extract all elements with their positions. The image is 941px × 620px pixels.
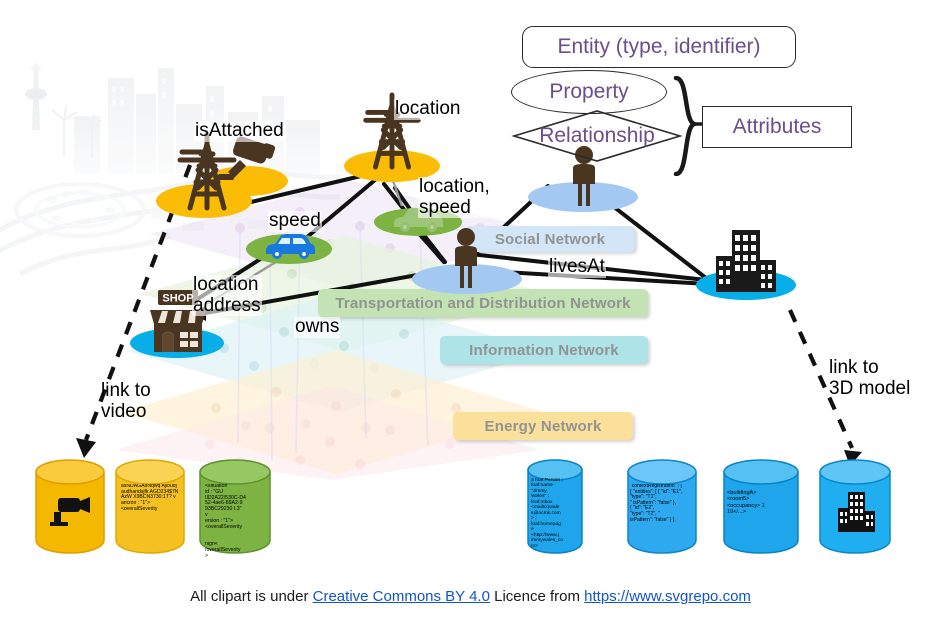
situation-xml-store[interactable]: <situation id : "GU IID2A22/530C-D4 52-4…	[198, 458, 272, 559]
legend-relationship-shape: Relationship	[511, 108, 683, 164]
diagram-canvas: Social Network Transportation and Distri…	[0, 0, 941, 620]
building-occupancy-text: <buildingA> <room5> <occupancy> 1 10</..…	[727, 490, 765, 515]
foaf-rdf-text: a foaf:Person ; foaf:name "Jimmy Wales" …	[531, 478, 564, 549]
tower-camera-node[interactable]	[148, 130, 288, 220]
band-label: Energy Network	[484, 417, 602, 435]
legend-property-label: Property	[549, 80, 629, 103]
edge-label-speed: speed	[268, 210, 322, 232]
band-energy-network: Energy Network	[453, 412, 633, 440]
car-icon	[266, 234, 315, 259]
building-occupancy-store[interactable]: <buildingA> <room5> <occupancy> 1 10</..…	[722, 458, 800, 554]
video-camera-icon	[50, 497, 90, 526]
edge-label-location: location	[394, 98, 462, 120]
person-icon	[455, 228, 477, 288]
edge-label-location-address: location address	[192, 274, 262, 317]
edge-label-owns: owns	[294, 316, 341, 338]
edge-label-is-attached: isAttached	[194, 120, 285, 142]
shop-sign-text: SHOP	[162, 293, 193, 305]
legend-attributes-shape: Attributes	[702, 106, 852, 148]
edge-label-link-to-video: link to video	[101, 380, 151, 422]
ngsi-ld-registration-store[interactable]: "contextRegistration" : [ { "entities": …	[626, 458, 698, 554]
footer-credit: All clipart is under Creative Commons BY…	[0, 588, 941, 605]
foaf-rdf-store[interactable]: a foaf:Person ; foaf:name "Jimmy Wales" …	[526, 458, 584, 554]
edge-label-lives-at: livesAt	[548, 256, 606, 278]
legend-attributes-label: Attributes	[732, 115, 822, 138]
footer-prefix: All clipart is under	[190, 588, 313, 605]
edge-label-location-speed: location, speed	[418, 176, 491, 219]
band-information-network: Information Network	[440, 336, 648, 364]
car-blue-node[interactable]	[246, 228, 332, 268]
legend: Entity (type, identifier) Property Relat…	[505, 14, 935, 176]
binary-blob-text: asNDAGA8Nqwq Ajloudjaudhandsjfk AGD234$7…	[121, 484, 179, 512]
legend-entity-shape: Entity (type, identifier)	[522, 26, 796, 68]
person-lower-node[interactable]	[412, 222, 524, 302]
office-building-icon	[716, 230, 776, 292]
building-node[interactable]	[694, 226, 804, 306]
cctv-camera-icon	[218, 136, 276, 180]
binary-blob-store[interactable]: asNDAGA8Nqwq Ajloudjaudhandsjfk AGD234$7…	[114, 458, 186, 554]
office-building-icon	[838, 492, 875, 532]
link-to-video-arrowhead	[76, 438, 96, 458]
svgrepo-link[interactable]: https://www.svgrepo.com	[584, 588, 751, 605]
band-label: Information Network	[469, 341, 619, 359]
ngsi-ld-registration-text: "contextRegistration" : [ { "entities": …	[630, 484, 683, 523]
legend-entity-label: Entity (type, identifier)	[557, 35, 761, 58]
curly-brace-icon	[673, 76, 702, 176]
legend-relationship-label: Relationship	[539, 124, 655, 147]
edge-label-link-to-3d-model: link to 3D model	[829, 357, 911, 399]
building-3d-model-store[interactable]	[818, 458, 892, 554]
video-store[interactable]	[34, 458, 106, 554]
footer-middle: Licence from	[489, 588, 585, 605]
creative-commons-link[interactable]: Creative Commons BY 4.0	[313, 588, 490, 605]
situation-xml-overflow-text: high< /overallSeverity >	[205, 542, 241, 559]
situation-xml-text: <situation id : "GU IID2A22/530C-D4 52-4…	[205, 484, 246, 530]
